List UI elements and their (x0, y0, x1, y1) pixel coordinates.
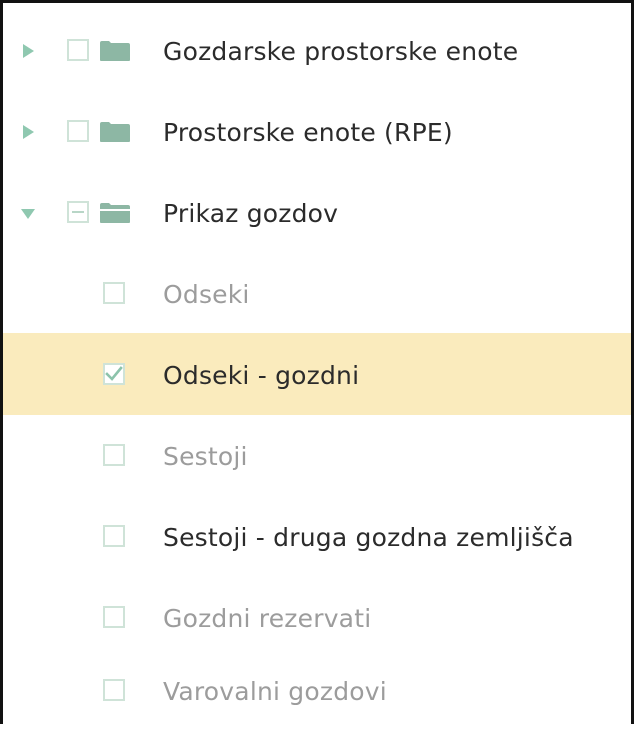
layer-checkbox[interactable] (103, 282, 125, 304)
tree-layer-odseki-gozdni[interactable]: Odseki - gozdni (3, 333, 631, 415)
group-checkbox[interactable] (67, 39, 89, 61)
layer-checkbox[interactable] (103, 444, 125, 466)
tree-layer-sestoji-druga-gozdna-zemljisca[interactable]: Sestoji - druga gozdna zemljišča (3, 495, 631, 577)
layer-tree-panel: Gozdarske prostorske enote Prostorske en… (0, 0, 634, 724)
tree-layer-odseki[interactable]: Odseki (3, 252, 631, 334)
collapse-arrow-icon[interactable] (19, 205, 35, 221)
folder-icon (100, 122, 130, 142)
layer-label: Gozdni rezervati (163, 604, 372, 633)
tree-layer-gozdni-rezervati[interactable]: Gozdni rezervati (3, 576, 631, 658)
layer-label: Varovalni gozdovi (163, 677, 387, 706)
open-folder-icon (100, 203, 130, 223)
group-label: Prostorske enote (RPE) (163, 118, 453, 147)
layer-label: Odseki - gozdni (163, 361, 360, 390)
layer-label: Odseki (163, 280, 250, 309)
tree-group-prostorske-enote-rpe[interactable]: Prostorske enote (RPE) (3, 90, 631, 172)
group-checkbox-partial[interactable] (67, 201, 89, 223)
layer-checkbox-checked[interactable] (103, 363, 125, 385)
check-mark-icon (105, 366, 123, 381)
tree-layer-varovalni-gozdovi[interactable]: Varovalni gozdovi (3, 649, 631, 731)
group-label: Gozdarske prostorske enote (163, 37, 519, 66)
group-checkbox[interactable] (67, 120, 89, 142)
layer-checkbox[interactable] (103, 679, 125, 701)
tree-layer-sestoji[interactable]: Sestoji (3, 414, 631, 496)
layer-label: Sestoji (163, 442, 248, 471)
folder-icon (100, 41, 130, 61)
layer-checkbox[interactable] (103, 606, 125, 628)
partial-check-icon (72, 211, 84, 213)
expand-arrow-icon[interactable] (21, 43, 35, 59)
group-label: Prikaz gozdov (163, 199, 339, 228)
layer-checkbox[interactable] (103, 525, 125, 547)
layer-label: Sestoji - druga gozdna zemljišča (163, 523, 574, 552)
expand-arrow-icon[interactable] (21, 124, 35, 140)
tree-group-prikaz-gozdov[interactable]: Prikaz gozdov (3, 171, 631, 253)
tree-group-gozdarske-prostorske-enote[interactable]: Gozdarske prostorske enote (3, 9, 631, 91)
